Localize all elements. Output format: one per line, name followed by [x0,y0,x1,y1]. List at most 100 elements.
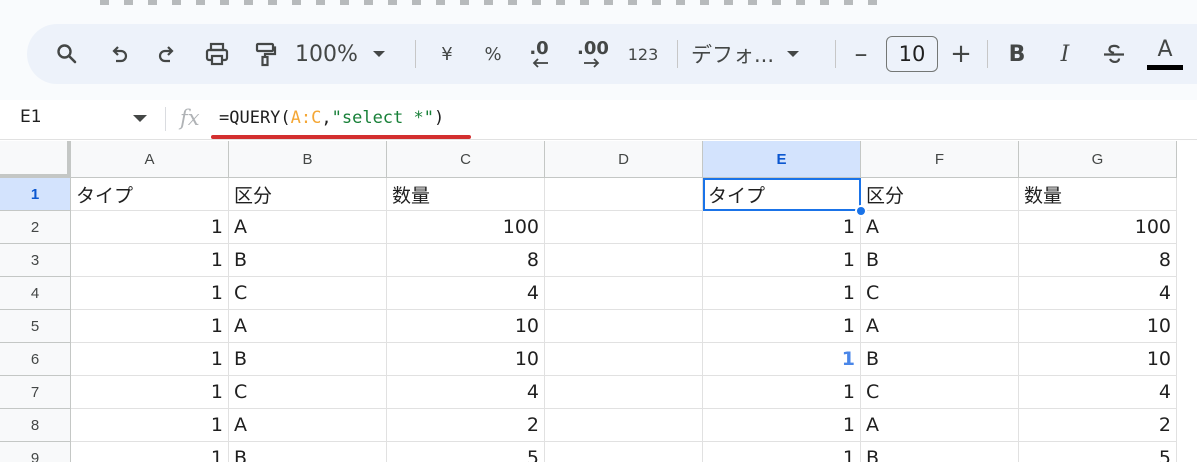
row-header-3[interactable]: 3 [0,244,71,277]
font-size-input[interactable]: 10 [886,36,938,72]
cell-d7[interactable] [545,376,703,409]
cell-a9[interactable]: 1 [71,442,229,462]
cell-e4[interactable]: 1 [703,277,861,310]
name-box[interactable]: E1 [20,107,42,127]
name-box-dropdown-icon[interactable] [133,115,147,122]
cell-c5[interactable]: 10 [387,310,545,343]
cell-f4[interactable]: C [861,277,1019,310]
redo-button[interactable] [147,34,187,74]
cell-f2[interactable]: A [861,211,1019,244]
cell-d4[interactable] [545,277,703,310]
strikethrough-button[interactable] [1094,34,1134,74]
row-header-8[interactable]: 8 [0,409,71,442]
row-header-4[interactable]: 4 [0,277,71,310]
formula-input[interactable]: =QUERY(A:C,"select *") [219,108,444,128]
font-family-select[interactable]: デフォ... [691,34,823,74]
select-all-corner[interactable] [0,141,71,178]
cell-b6[interactable]: B [229,343,387,376]
cell-g3[interactable]: 8 [1019,244,1177,277]
row-header-2[interactable]: 2 [0,211,71,244]
cell-a6[interactable]: 1 [71,343,229,376]
cell-f3[interactable]: B [861,244,1019,277]
cell-b9[interactable]: B [229,442,387,462]
cell-f5[interactable]: A [861,310,1019,343]
cell-e3[interactable]: 1 [703,244,861,277]
cell-e2[interactable]: 1 [703,211,861,244]
column-header-c[interactable]: C [387,141,545,178]
cell-b4[interactable]: C [229,277,387,310]
cell-c3[interactable]: 8 [387,244,545,277]
cell-f8[interactable]: A [861,409,1019,442]
cell-a7[interactable]: 1 [71,376,229,409]
decrease-font-size-button[interactable]: – [843,34,879,74]
bold-button[interactable]: B [997,34,1037,74]
cell-e6[interactable]: 1 [703,343,861,376]
column-header-a[interactable]: A [71,141,229,178]
cell-a4[interactable]: 1 [71,277,229,310]
cell-e8[interactable]: 1 [703,409,861,442]
cell-g4[interactable]: 4 [1019,277,1177,310]
cell-b1[interactable]: 区分 [229,178,387,211]
cell-a8[interactable]: 1 [71,409,229,442]
cell-b2[interactable]: A [229,211,387,244]
cell-f6[interactable]: B [861,343,1019,376]
decrease-decimal-button[interactable]: .0 [519,34,559,74]
cell-c2[interactable]: 100 [387,211,545,244]
cell-c1[interactable]: 数量 [387,178,545,211]
row-header-9[interactable]: 9 [0,442,71,462]
cell-c6[interactable]: 10 [387,343,545,376]
paint-format-button[interactable] [245,34,285,74]
cell-g8[interactable]: 2 [1019,409,1177,442]
italic-button[interactable]: I [1045,34,1085,74]
cell-g6[interactable]: 10 [1019,343,1177,376]
cell-a3[interactable]: 1 [71,244,229,277]
cell-c8[interactable]: 2 [387,409,545,442]
row-header-5[interactable]: 5 [0,310,71,343]
cell-d3[interactable] [545,244,703,277]
cell-g7[interactable]: 4 [1019,376,1177,409]
cell-g1[interactable]: 数量 [1019,178,1177,211]
cell-d1[interactable] [545,178,703,211]
text-color-button[interactable]: A [1143,34,1187,74]
cell-d6[interactable] [545,343,703,376]
cell-e1[interactable]: タイプ [703,178,861,211]
cell-g9[interactable]: 5 [1019,442,1177,462]
cell-d8[interactable] [545,409,703,442]
cell-c4[interactable]: 4 [387,277,545,310]
cell-a2[interactable]: 1 [71,211,229,244]
row-header-6[interactable]: 6 [0,343,71,376]
cell-e9[interactable]: 1 [703,442,861,462]
cell-d5[interactable] [545,310,703,343]
row-header-1[interactable]: 1 [0,178,71,211]
cell-e7[interactable]: 1 [703,376,861,409]
currency-format-button[interactable]: ¥ [427,34,467,74]
cell-e5[interactable]: 1 [703,310,861,343]
cell-d9[interactable] [545,442,703,462]
cell-c9[interactable]: 5 [387,442,545,462]
column-header-f[interactable]: F [861,141,1019,178]
row-header-7[interactable]: 7 [0,376,71,409]
cell-f1[interactable]: 区分 [861,178,1019,211]
cell-b3[interactable]: B [229,244,387,277]
print-button[interactable] [197,34,237,74]
column-header-e[interactable]: E [703,141,861,178]
undo-button[interactable] [99,34,139,74]
cell-f7[interactable]: C [861,376,1019,409]
search-menus-button[interactable] [47,34,87,74]
column-header-b[interactable]: B [229,141,387,178]
fill-handle[interactable] [855,205,867,217]
increase-font-size-button[interactable]: + [943,34,979,74]
percent-format-button[interactable]: % [473,34,513,74]
column-header-d[interactable]: D [545,141,703,178]
cell-b7[interactable]: C [229,376,387,409]
cell-b5[interactable]: A [229,310,387,343]
column-header-g[interactable]: G [1019,141,1177,178]
cell-g2[interactable]: 100 [1019,211,1177,244]
cell-f9[interactable]: B [861,442,1019,462]
cell-d2[interactable] [545,211,703,244]
cell-a5[interactable]: 1 [71,310,229,343]
cell-c7[interactable]: 4 [387,376,545,409]
number-format-button[interactable]: 123 [621,34,665,74]
cell-g5[interactable]: 10 [1019,310,1177,343]
increase-decimal-button[interactable]: .00 [571,34,615,74]
